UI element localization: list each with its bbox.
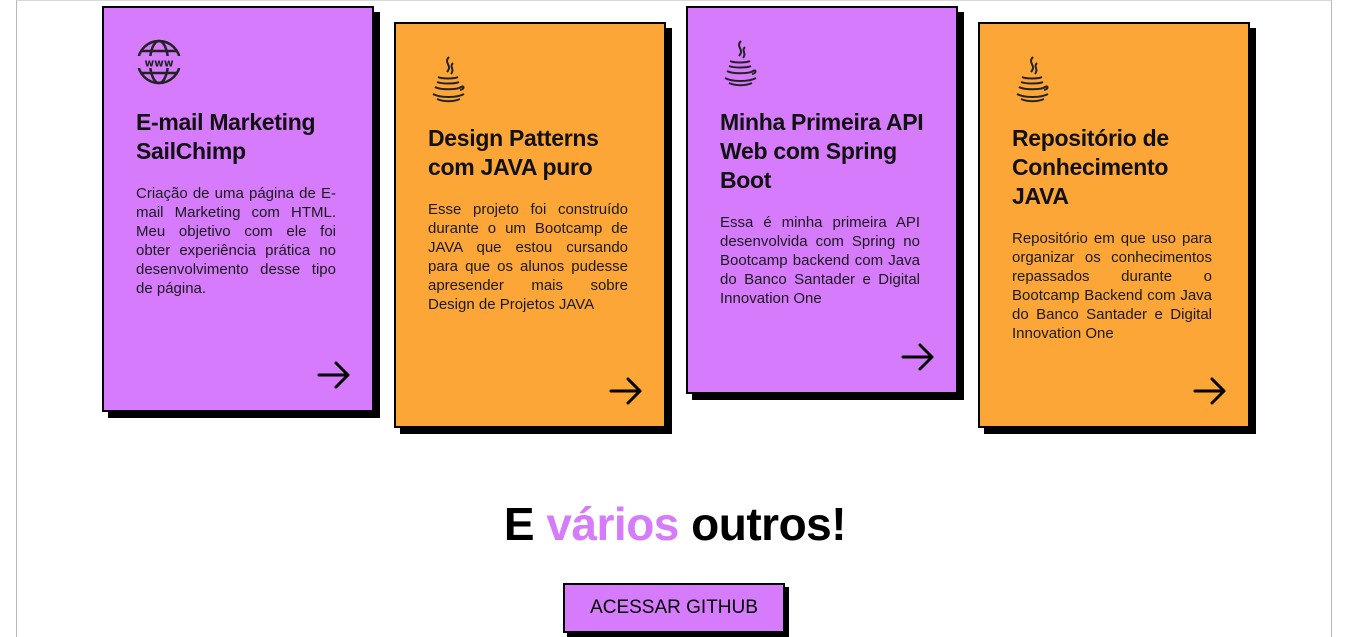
heading-suffix: outros!	[678, 498, 847, 550]
project-title: Design Patterns com JAVA puro	[428, 125, 599, 180]
project-card-design-patterns[interactable]: Design Patterns com JAVA puro Esse proje…	[394, 22, 666, 428]
arrow-right-icon[interactable]	[608, 376, 644, 406]
java-icon	[428, 55, 478, 107]
project-description: Criação de uma página de E-mail Marketin…	[136, 185, 336, 297]
java-icon	[1012, 55, 1062, 107]
more-projects-heading: E vários outros!	[0, 495, 1350, 553]
project-title: Minha Primeira API Web com Spring Boot	[720, 109, 924, 193]
project-title: E-mail Marketing SailChimp	[136, 109, 316, 164]
project-card-java-knowledge[interactable]: Repositório de Conhecimento JAVA Reposit…	[978, 22, 1250, 428]
project-title: Repositório de Conhecimento JAVA	[1012, 125, 1169, 209]
arrow-right-icon[interactable]	[1192, 376, 1228, 406]
project-description: Essa é minha primeira API desenvolvida c…	[720, 214, 920, 307]
project-card-email-marketing[interactable]: www E-mail Marketing SailChimp Criação d…	[102, 6, 374, 412]
project-card-spring-api[interactable]: Minha Primeira API Web com Spring Boot E…	[686, 6, 958, 394]
project-description: Repositório em que uso para organizar os…	[1012, 230, 1212, 342]
arrow-right-icon[interactable]	[900, 342, 936, 372]
access-github-button[interactable]: ACESSAR GITHUB	[563, 583, 785, 633]
svg-text:www: www	[144, 58, 173, 70]
arrow-right-icon[interactable]	[316, 360, 352, 390]
heading-accent: vários	[546, 498, 679, 550]
project-description: Esse projeto foi construído durante o um…	[428, 201, 628, 313]
www-globe-icon: www	[136, 39, 186, 91]
java-icon	[720, 39, 770, 91]
heading-prefix: E	[503, 498, 547, 550]
